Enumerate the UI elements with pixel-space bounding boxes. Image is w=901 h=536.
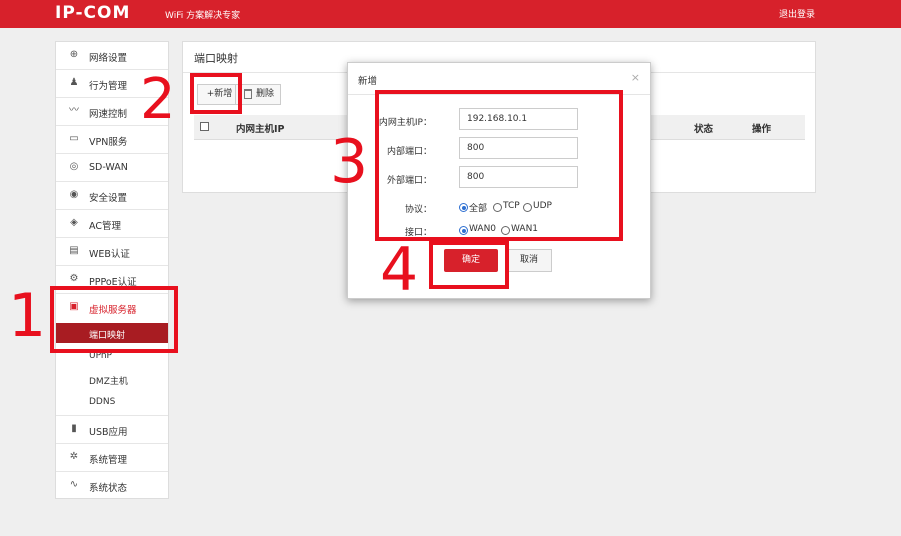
submenu-upnp[interactable]: UPnP [56, 346, 168, 366]
sidebar-item-label: 行为管理 [89, 81, 128, 92]
sidebar-item-pppoe[interactable]: ⚙ PPPoE认证 [56, 266, 168, 294]
cancel-button[interactable]: 取消 [506, 249, 552, 272]
sidebar-item-sdwan[interactable]: ◎ SD-WAN [56, 154, 168, 182]
ip-input[interactable]: 192.168.10.1 [459, 108, 578, 130]
usb-icon: ▮ [71, 423, 77, 434]
monitor-icon: ▭ [69, 133, 79, 144]
annotation-number-4: 4 [380, 235, 419, 305]
sidebar-item-label: 网速控制 [89, 109, 128, 120]
web-auth-icon: ▤ [69, 245, 79, 256]
user-icon: ♟ [69, 77, 79, 88]
sidebar-item-label: 系统管理 [89, 455, 128, 466]
network-icon: ◎ [69, 161, 79, 172]
sidebar-item-network[interactable]: ⊕ 网络设置 [56, 42, 168, 70]
annotation-number-2: 2 [140, 67, 176, 132]
sidebar-item-label: SD-WAN [89, 162, 128, 173]
protocol-all-label: 全部 [469, 204, 488, 214]
divider [348, 94, 650, 95]
protocol-all-radio[interactable] [459, 203, 468, 212]
sidebar-item-label: 虚拟服务器 [89, 305, 137, 316]
sidebar-item-security[interactable]: ◉ 安全设置 [56, 182, 168, 210]
delete-label: 删除 [256, 89, 275, 99]
annotation-number-1: 1 [8, 281, 47, 351]
sidebar-item-label: 系统状态 [89, 483, 128, 494]
sidebar-item-label: 安全设置 [89, 193, 128, 204]
outer-port-input[interactable]: 800 [459, 166, 578, 188]
pulse-icon: ∿ [69, 479, 79, 490]
ac-icon: ◈ [70, 217, 78, 228]
column-header-action: 操作 [752, 124, 772, 135]
submenu-label: 端口映射 [89, 331, 126, 341]
submenu-label: UPnP [89, 351, 112, 361]
sidebar-item-virtual-server[interactable]: ▣ 虚拟服务器 [56, 294, 168, 321]
interface-wan0-label: WAN0 [469, 224, 497, 234]
page-title: 端口映射 [194, 52, 238, 65]
sidebar-item-web-auth[interactable]: ▤ WEB认证 [56, 238, 168, 266]
trash-icon [244, 89, 252, 99]
column-header-status: 状态 [694, 124, 714, 135]
interface-wan1-label: WAN1 [511, 224, 539, 234]
submenu-dmz[interactable]: DMZ主机 [56, 369, 168, 389]
gear-icon: ✲ [69, 451, 79, 462]
confirm-button[interactable]: 确定 [444, 249, 498, 272]
protocol-udp-radio[interactable] [523, 203, 532, 212]
ip-com-logo: IP-COM [55, 3, 131, 23]
sidebar-item-system-status[interactable]: ∿ 系统状态 [56, 472, 168, 499]
close-icon[interactable]: × [631, 71, 640, 84]
sidebar-item-system-manage[interactable]: ✲ 系统管理 [56, 444, 168, 472]
sidebar-item-label: 网络设置 [89, 53, 128, 64]
column-header-ip: 内网主机IP [236, 124, 285, 135]
select-all-checkbox[interactable] [200, 122, 209, 131]
speed-icon: 〰 [69, 105, 79, 116]
logout-link[interactable]: 退出登录 [779, 7, 815, 20]
server-icon: ▣ [69, 301, 79, 312]
shield-icon: ◉ [69, 189, 79, 200]
sidebar-item-label: WEB认证 [89, 249, 130, 260]
sidebar-item-label: USB应用 [89, 427, 128, 438]
slogan: WiFi 方案解决专家 [165, 11, 241, 21]
annotation-number-3: 3 [330, 127, 369, 197]
inner-port-input[interactable]: 800 [459, 137, 578, 159]
submenu-label: DMZ主机 [89, 377, 128, 387]
sidebar-item-usb[interactable]: ▮ USB应用 [56, 415, 168, 444]
sidebar-item-label: AC管理 [89, 221, 121, 232]
sidebar-item-ac[interactable]: ◈ AC管理 [56, 210, 168, 238]
dialog-title: 新增 [358, 76, 378, 87]
submenu-label: DDNS [89, 397, 116, 407]
pppoe-icon: ⚙ [69, 273, 79, 284]
submenu-ddns[interactable]: DDNS [56, 392, 168, 412]
protocol-tcp-label: TCP [503, 201, 520, 211]
interface-wan0-radio[interactable] [459, 226, 468, 235]
globe-icon: ⊕ [69, 49, 79, 60]
top-bar: IP-COM WiFi 方案解决专家 退出登录 [0, 0, 901, 28]
protocol-tcp-radio[interactable] [493, 203, 502, 212]
sidebar-item-label: PPPoE认证 [89, 277, 137, 288]
sidebar-item-label: VPN服务 [89, 137, 128, 148]
delete-button[interactable]: 删除 [235, 84, 281, 105]
protocol-label: 协议： [404, 205, 432, 215]
protocol-udp-label: UDP [533, 201, 552, 211]
submenu-port-mapping[interactable]: 端口映射 [56, 323, 168, 343]
interface-wan1-radio[interactable] [501, 226, 510, 235]
